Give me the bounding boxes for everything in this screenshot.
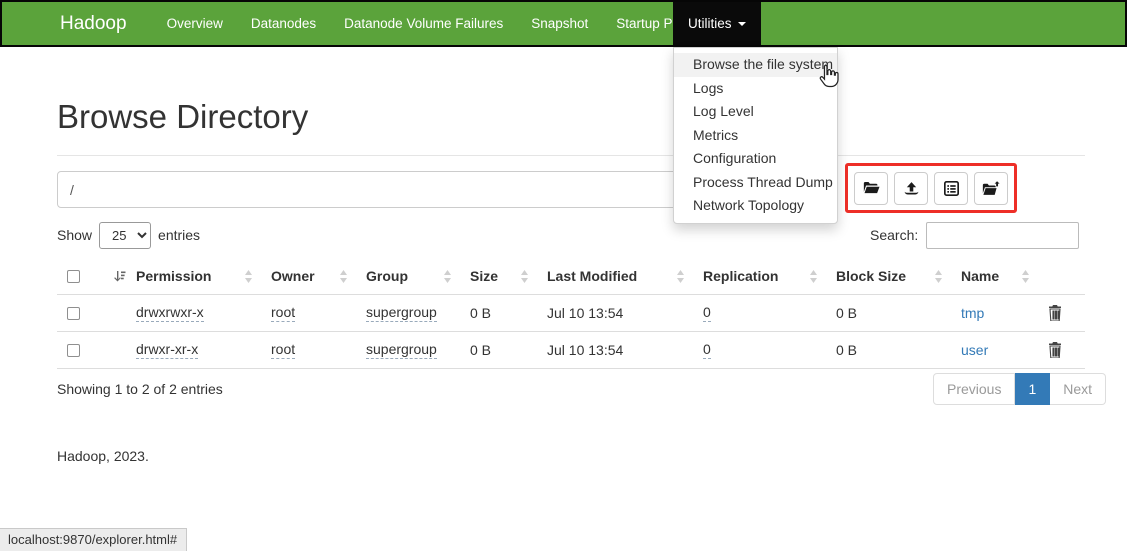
show-label: Show (57, 227, 92, 243)
brand-hadoop[interactable]: Hadoop (2, 13, 153, 35)
header-permission[interactable]: Permission (128, 268, 263, 284)
permission-value[interactable]: drwxrwxr-x (136, 304, 204, 322)
upload-icon (903, 181, 920, 196)
group-value[interactable]: supergroup (366, 304, 437, 322)
select-all-checkbox[interactable] (67, 270, 80, 283)
set-quota-button[interactable] (934, 172, 968, 205)
page-title: Browse Directory (57, 98, 308, 136)
menu-item-log-level[interactable]: Log Level (674, 100, 837, 124)
directory-link-tmp[interactable]: tmp (961, 305, 984, 321)
folder-open-icon (863, 181, 880, 195)
sort-active-icon[interactable] (114, 270, 126, 283)
block-size-value: 0 B (836, 305, 857, 321)
page-length-control: Show 25 entries (57, 221, 200, 249)
menu-item-browse-file-system[interactable]: Browse the file system (674, 53, 837, 77)
header-replication[interactable]: Replication (695, 268, 828, 284)
size-value: 0 B (470, 305, 491, 321)
trash-icon (1048, 342, 1062, 358)
top-navbar: Hadoop Overview Datanodes Datanode Volum… (0, 0, 1127, 47)
footer-copyright: Hadoop, 2023. (57, 448, 149, 464)
nav-item-utilities[interactable]: Utilities (673, 2, 761, 45)
directory-link-user[interactable]: user (961, 342, 988, 358)
entries-per-page-select[interactable]: 25 (99, 222, 151, 249)
replication-value[interactable]: 0 (703, 304, 711, 322)
row-checkbox[interactable] (67, 307, 80, 320)
previous-page-button[interactable]: Previous (933, 373, 1015, 405)
list-alt-icon (944, 181, 959, 196)
block-size-value: 0 B (836, 342, 857, 358)
upload-files-button[interactable] (894, 172, 928, 205)
browser-status-bar: localhost:9870/explorer.html# (0, 528, 187, 551)
owner-value[interactable]: root (271, 341, 295, 359)
trash-icon (1048, 305, 1062, 321)
group-value[interactable]: supergroup (366, 341, 437, 359)
header-select-all[interactable] (57, 270, 128, 283)
next-page-button[interactable]: Next (1050, 373, 1106, 405)
sort-icon[interactable] (520, 270, 529, 283)
file-browser-table: Permission Owner Group Size Last Modifie… (57, 258, 1085, 369)
sort-icon[interactable] (1021, 270, 1030, 283)
search-input[interactable] (926, 222, 1079, 249)
menu-item-metrics[interactable]: Metrics (674, 124, 837, 148)
table-header-row: Permission Owner Group Size Last Modifie… (57, 258, 1085, 295)
sort-icon[interactable] (676, 270, 685, 283)
delete-button[interactable] (1040, 305, 1085, 321)
menu-item-configuration[interactable]: Configuration (674, 147, 837, 171)
menu-item-logs[interactable]: Logs (674, 77, 837, 101)
header-last-modified[interactable]: Last Modified (539, 268, 695, 284)
nav-item-datanodes[interactable]: Datanodes (237, 2, 330, 45)
hdfs-explorer-page: Hadoop Overview Datanodes Datanode Volum… (0, 0, 1143, 551)
replication-value[interactable]: 0 (703, 341, 711, 359)
entries-label: entries (158, 227, 200, 243)
table-row: drwxrwxr-x root supergroup 0 B Jul 10 13… (57, 295, 1085, 332)
page-1-button[interactable]: 1 (1015, 373, 1050, 405)
caret-down-icon (738, 22, 746, 26)
sort-icon[interactable] (809, 270, 818, 283)
utilities-label: Utilities (688, 2, 732, 45)
modified-value: Jul 10 13:54 (547, 342, 623, 358)
folder-move-icon (982, 181, 1000, 196)
owner-value[interactable]: root (271, 304, 295, 322)
row-checkbox[interactable] (67, 344, 80, 357)
menu-item-process-thread-dump[interactable]: Process Thread Dump (674, 171, 837, 195)
sort-icon[interactable] (934, 270, 943, 283)
sort-icon[interactable] (443, 270, 452, 283)
cut-paste-button[interactable] (974, 172, 1008, 205)
delete-button[interactable] (1040, 342, 1085, 358)
modified-value: Jul 10 13:54 (547, 305, 623, 321)
nav-item-snapshot[interactable]: Snapshot (517, 2, 602, 45)
toolbar-red-highlight (845, 163, 1017, 213)
divider (57, 155, 1085, 156)
create-directory-button[interactable] (854, 172, 888, 205)
hand-pointer-cursor (817, 63, 840, 89)
table-row: drwxr-xr-x root supergroup 0 B Jul 10 13… (57, 332, 1085, 369)
sort-icon[interactable] (339, 270, 348, 283)
nav-item-datanode-volume-failures[interactable]: Datanode Volume Failures (330, 2, 517, 45)
header-size[interactable]: Size (462, 268, 539, 284)
header-name[interactable]: Name (953, 268, 1040, 284)
search-label: Search: (870, 227, 918, 243)
sort-icon[interactable] (244, 270, 253, 283)
size-value: 0 B (470, 342, 491, 358)
utilities-dropdown-menu: Browse the file system Logs Log Level Me… (673, 47, 838, 224)
pagination: Previous 1 Next (933, 373, 1106, 405)
nav-item-overview[interactable]: Overview (153, 2, 237, 45)
header-group[interactable]: Group (358, 268, 462, 284)
header-owner[interactable]: Owner (263, 268, 358, 284)
table-info: Showing 1 to 2 of 2 entries (57, 381, 223, 397)
header-block-size[interactable]: Block Size (828, 268, 953, 284)
menu-item-network-topology[interactable]: Network Topology (674, 194, 837, 218)
table-search-control: Search: (870, 221, 1079, 249)
permission-value[interactable]: drwxr-xr-x (136, 341, 198, 359)
